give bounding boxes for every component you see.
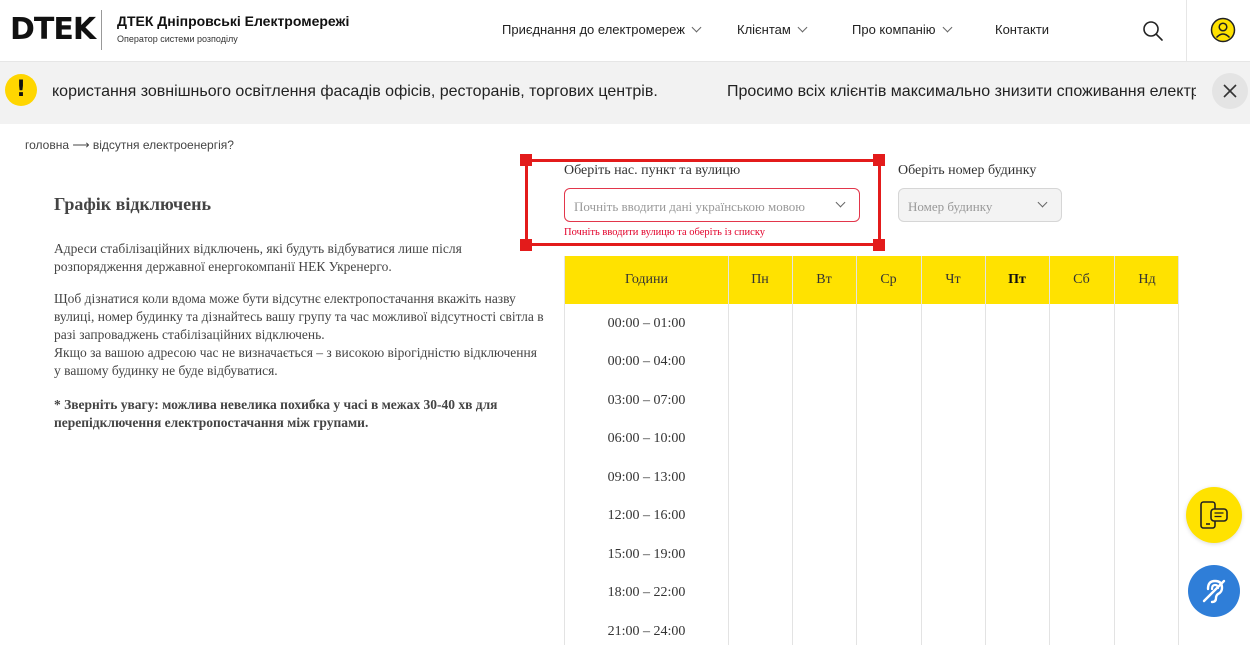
hours-header: Години: [624, 272, 669, 287]
chevron-down-icon: [835, 197, 846, 208]
city-street-error: Почніть вводити вулицю та оберіть із спи…: [564, 227, 766, 238]
column-divider: [728, 256, 729, 645]
chevron-down-icon: [1037, 197, 1048, 208]
city-street-select[interactable]: Почніть вводити дані українською мовою: [564, 188, 860, 222]
chevron-down-icon: [691, 22, 702, 33]
accessibility-button[interactable]: [1188, 565, 1240, 617]
column-divider: [1114, 256, 1115, 645]
site-header: DTEK ДТЕК Дніпровські Електромережі Опер…: [0, 0, 1250, 62]
column-divider: [985, 256, 986, 645]
time-slot: 03:00 – 07:00: [607, 393, 686, 408]
instructions-paragraph: Щоб дізнатися коли вдома може бути відсу…: [54, 291, 544, 342]
search-icon[interactable]: [1142, 20, 1164, 42]
intro-paragraph: Адреси стабілізаційних відключень, які б…: [54, 241, 462, 274]
column-divider: [792, 256, 793, 645]
nav-about-label: Про компанію: [852, 22, 936, 37]
highlight-handle: [873, 239, 885, 251]
page-title: Графік відключень: [54, 194, 212, 214]
column-divider: [1049, 256, 1050, 645]
nav-contacts-label: Контакти: [995, 22, 1050, 37]
city-street-placeholder: Почніть вводити дані українською мовою: [574, 199, 805, 214]
time-slot: 21:00 – 24:00: [607, 624, 686, 639]
highlight-handle: [520, 154, 532, 166]
logo-divider: [101, 10, 102, 50]
alert-close-button[interactable]: [1212, 73, 1248, 109]
header-separator: [1186, 0, 1187, 62]
house-number-placeholder: Номер будинку: [908, 199, 993, 214]
phone-chat-icon: [1200, 501, 1228, 529]
chevron-down-icon: [797, 22, 808, 33]
highlight-handle: [520, 239, 532, 251]
column-divider: [921, 256, 922, 645]
day-header-sun: Нд: [1138, 272, 1156, 287]
nav-connection[interactable]: Приєднання до електромереж: [502, 22, 702, 37]
day-header-wed: Ср: [880, 272, 897, 287]
alert-message: Просимо всіх клієнтів максимально знизит…: [727, 83, 1196, 100]
alert-message: користання зовнішнього освітлення фасаді…: [52, 83, 658, 100]
hearing-accessibility-icon: [1202, 579, 1226, 604]
day-header-tue: Вт: [816, 272, 832, 287]
breadcrumb[interactable]: головна ⟶ відсутня електроенергія?: [25, 138, 234, 152]
no-outage-paragraph: Якщо за вашою адресою час не визначаєтьс…: [54, 345, 537, 378]
brand-title[interactable]: ДТЕК Дніпровські Електромережі: [117, 13, 349, 29]
column-divider: [856, 256, 857, 645]
day-header-mon: Пн: [751, 272, 769, 287]
house-number-select[interactable]: Номер будинку: [898, 188, 1062, 222]
day-header-thu: Чт: [945, 272, 961, 287]
warning-icon: !: [5, 74, 37, 106]
dtek-logo[interactable]: DTEK: [10, 14, 96, 46]
time-slot: 00:00 – 04:00: [607, 354, 686, 369]
attention-note: * Зверніть увагу: можлива невелика похиб…: [54, 397, 498, 430]
brand-subtitle: Оператор системи розподілу: [117, 34, 238, 44]
close-icon: [1223, 84, 1237, 98]
nav-contacts[interactable]: Контакти: [995, 22, 1049, 37]
time-slot: 18:00 – 22:00: [607, 585, 686, 600]
nav-about[interactable]: Про компанію: [852, 22, 952, 37]
nav-connection-label: Приєднання до електромереж: [502, 22, 685, 37]
time-slot: 09:00 – 13:00: [607, 470, 686, 485]
chevron-down-icon: [942, 22, 952, 33]
time-slot: 06:00 – 10:00: [607, 431, 686, 446]
time-slot: 15:00 – 19:00: [607, 547, 686, 562]
city-street-label: Оберіть нас. пункт та вулицю: [564, 163, 741, 178]
user-icon[interactable]: [1210, 17, 1236, 43]
alert-ticker: користання зовнішнього освітлення фасаді…: [50, 62, 1196, 124]
time-slot: 00:00 – 01:00: [607, 316, 686, 331]
time-slot: 12:00 – 16:00: [607, 508, 686, 523]
nav-clients-label: Клієнтам: [737, 22, 791, 37]
highlight-handle: [873, 154, 885, 166]
chat-button[interactable]: [1186, 487, 1242, 543]
nav-clients[interactable]: Клієнтам: [737, 22, 808, 37]
day-header-sat: Сб: [1073, 272, 1090, 287]
house-number-label: Оберіть номер будинку: [898, 163, 1037, 178]
outage-schedule-table: Години Пн Вт Ср Чт Пт Сб Нд 00:00 – 01:0…: [564, 256, 1179, 645]
day-header-fri: Пт: [1008, 272, 1026, 287]
